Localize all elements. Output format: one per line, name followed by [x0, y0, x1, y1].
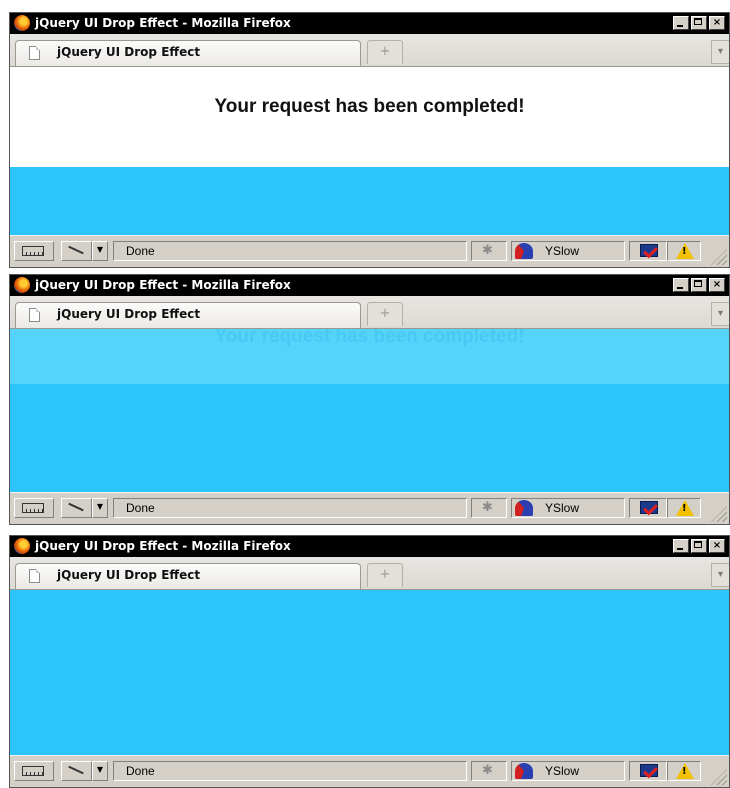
firefox-icon[interactable]: [14, 277, 30, 293]
resize-grip-icon[interactable]: [711, 249, 727, 265]
window-title: jQuery UI Drop Effect - Mozilla Firefox: [35, 16, 291, 30]
yslow-gauge-icon: [515, 500, 533, 516]
yslow-button[interactable]: YSlow: [511, 498, 625, 518]
warning-button[interactable]: [667, 498, 701, 518]
html-validator-icon: [640, 244, 658, 257]
resize-grip-icon[interactable]: [711, 769, 727, 785]
browser-window: jQuery UI Drop Effect - Mozilla Firefox …: [9, 274, 730, 525]
tab-bar: jQuery UI Drop Effect + ▾: [10, 34, 729, 67]
new-tab-button[interactable]: +: [367, 563, 403, 587]
warning-icon: [676, 243, 694, 259]
color-picker-icon[interactable]: [61, 498, 92, 518]
window-title: jQuery UI Drop Effect - Mozilla Firefox: [35, 278, 291, 292]
tab-label: jQuery UI Drop Effect: [57, 45, 201, 59]
maximize-button[interactable]: [691, 539, 707, 553]
ruler-icon[interactable]: [14, 241, 54, 261]
yslow-button[interactable]: YSlow: [511, 761, 625, 781]
new-tab-button[interactable]: +: [367, 40, 403, 64]
minimize-button[interactable]: [673, 539, 689, 553]
close-button[interactable]: ×: [709, 16, 725, 30]
minimize-button[interactable]: [673, 16, 689, 30]
page-icon: [29, 308, 40, 322]
page-content: [10, 590, 729, 756]
html-validator-icon: [640, 764, 658, 777]
status-text: Done: [113, 761, 467, 781]
status-text: Done: [113, 241, 467, 261]
maximize-button[interactable]: [691, 278, 707, 292]
yslow-label: YSlow: [545, 764, 580, 778]
maximize-button[interactable]: [691, 16, 707, 30]
completion-message: Your request has been completed!: [214, 96, 525, 117]
tab-jquery-ui-drop-effect[interactable]: jQuery UI Drop Effect: [15, 40, 361, 66]
yslow-button[interactable]: YSlow: [511, 241, 625, 261]
title-bar[interactable]: jQuery UI Drop Effect - Mozilla Firefox …: [10, 275, 729, 296]
resize-grip-icon[interactable]: [711, 506, 727, 522]
html-validator-button[interactable]: [629, 241, 667, 261]
minimize-button[interactable]: [673, 278, 689, 292]
tab-jquery-ui-drop-effect[interactable]: jQuery UI Drop Effect: [15, 302, 361, 328]
close-button[interactable]: ×: [709, 539, 725, 553]
yslow-gauge-icon: [515, 243, 533, 259]
color-picker-icon[interactable]: [61, 241, 92, 261]
warning-icon: [676, 763, 694, 779]
page-icon: [29, 46, 40, 60]
chevron-down-icon[interactable]: ▼: [92, 498, 108, 518]
firebug-icon[interactable]: [471, 498, 507, 518]
tab-label: jQuery UI Drop Effect: [57, 568, 201, 582]
tab-bar: jQuery UI Drop Effect + ▾: [10, 296, 729, 329]
firefox-icon[interactable]: [14, 538, 30, 554]
color-picker-icon[interactable]: [61, 761, 92, 781]
tab-jquery-ui-drop-effect[interactable]: jQuery UI Drop Effect: [15, 563, 361, 589]
yslow-label: YSlow: [545, 501, 580, 515]
status-bar: ▼ Done YSlow: [10, 755, 729, 787]
browser-window: jQuery UI Drop Effect - Mozilla Firefox …: [9, 12, 730, 268]
html-validator-button[interactable]: [629, 498, 667, 518]
warning-icon: [676, 500, 694, 516]
message-box: Your request has been completed!: [10, 329, 729, 384]
chevron-down-icon[interactable]: ▼: [92, 761, 108, 781]
firebug-icon[interactable]: [471, 761, 507, 781]
title-bar[interactable]: jQuery UI Drop Effect - Mozilla Firefox …: [10, 13, 729, 34]
html-validator-icon: [640, 501, 658, 514]
firefox-icon[interactable]: [14, 15, 30, 31]
firebug-icon[interactable]: [471, 241, 507, 261]
message-box: Your request has been completed!: [10, 67, 729, 167]
browser-window: jQuery UI Drop Effect - Mozilla Firefox …: [9, 535, 730, 788]
yslow-label: YSlow: [545, 244, 580, 258]
html-validator-button[interactable]: [629, 761, 667, 781]
page-icon: [29, 569, 40, 583]
tab-bar: jQuery UI Drop Effect + ▾: [10, 557, 729, 590]
ruler-icon[interactable]: [14, 498, 54, 518]
ruler-icon[interactable]: [14, 761, 54, 781]
warning-button[interactable]: [667, 241, 701, 261]
status-text: Done: [113, 498, 467, 518]
page-content: Your request has been completed!: [10, 67, 729, 236]
tab-list-button[interactable]: ▾: [711, 563, 729, 587]
window-title: jQuery UI Drop Effect - Mozilla Firefox: [35, 539, 291, 553]
status-bar: ▼ Done YSlow: [10, 235, 729, 267]
completion-message: Your request has been completed!: [214, 329, 525, 347]
title-bar[interactable]: jQuery UI Drop Effect - Mozilla Firefox …: [10, 536, 729, 557]
warning-button[interactable]: [667, 761, 701, 781]
new-tab-button[interactable]: +: [367, 302, 403, 326]
close-button[interactable]: ×: [709, 278, 725, 292]
tab-list-button[interactable]: ▾: [711, 40, 729, 64]
tab-list-button[interactable]: ▾: [711, 302, 729, 326]
status-bar: ▼ Done YSlow: [10, 492, 729, 524]
tab-label: jQuery UI Drop Effect: [57, 307, 201, 321]
chevron-down-icon[interactable]: ▼: [92, 241, 108, 261]
yslow-gauge-icon: [515, 763, 533, 779]
page-content: Your request has been completed!: [10, 329, 729, 492]
